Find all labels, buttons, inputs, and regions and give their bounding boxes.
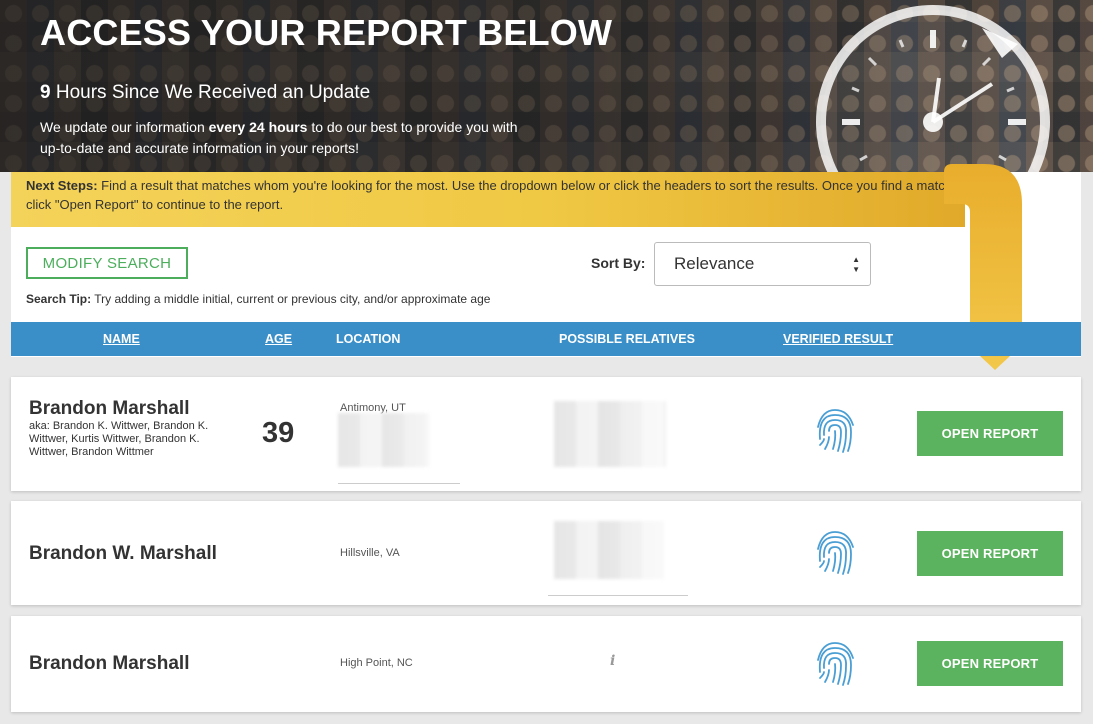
sort-by-select[interactable]: Relevance ▲ ▼	[654, 242, 871, 286]
header-possible-relatives: POSSIBLE RELATIVES	[559, 332, 695, 346]
blurred-location-details	[338, 413, 430, 467]
results-table-header: NAME AGE LOCATION POSSIBLE RELATIVES VER…	[11, 322, 1081, 356]
clock-icon	[816, 5, 1050, 172]
fingerprint-icon	[817, 642, 854, 686]
modify-search-button[interactable]: MODIFY SEARCH	[26, 247, 188, 279]
update-description: We update our information every 24 hours…	[40, 119, 518, 156]
result-location: Hillsville, VA	[340, 547, 400, 559]
search-tip: Search Tip: Try adding a middle initial,…	[26, 292, 491, 306]
blurred-relatives	[554, 521, 664, 579]
result-name: Brandon Marshall	[29, 398, 190, 419]
blurred-relatives	[554, 401, 666, 467]
header-verified-result[interactable]: VERIFIED RESULT	[783, 332, 893, 346]
next-steps-banner: Next Steps: Find a result that matches w…	[11, 172, 965, 227]
header-name[interactable]: NAME	[103, 332, 140, 346]
result-row: Brandon Marshall High Point, NC i OPEN R…	[11, 616, 1081, 712]
result-name: Brandon W. Marshall	[29, 543, 217, 564]
result-name: Brandon Marshall	[29, 653, 190, 674]
result-row: Brandon Marshall aka: Brandon K. Wittwer…	[11, 377, 1081, 491]
page-title: ACCESS YOUR REPORT BELOW	[40, 12, 613, 53]
sort-by-label: Sort By:	[591, 255, 646, 271]
result-location: High Point, NC	[340, 657, 413, 669]
header-location: LOCATION	[336, 332, 401, 346]
sort-arrows-icon: ▲ ▼	[852, 255, 860, 274]
fingerprint-icon	[817, 531, 854, 575]
result-aka: aka: Brandon K. Wittwer, Brandon K. Witt…	[29, 420, 209, 458]
update-status: 9 Hours Since We Received an Update	[40, 82, 371, 103]
header-age[interactable]: AGE	[265, 332, 292, 346]
hero-banner: ACCESS YOUR REPORT BELOW 9 Hours Since W…	[0, 0, 1093, 172]
fingerprint-icon	[817, 409, 854, 453]
open-report-button[interactable]: OPEN REPORT	[917, 641, 1063, 686]
info-icon[interactable]: i	[610, 653, 615, 669]
sort-selected-value: Relevance	[674, 254, 755, 273]
open-report-button[interactable]: OPEN REPORT	[917, 411, 1063, 456]
result-row: Brandon W. Marshall Hillsville, VA OPEN …	[11, 501, 1081, 605]
result-age: 39	[262, 417, 295, 449]
open-report-button[interactable]: OPEN REPORT	[917, 531, 1063, 576]
